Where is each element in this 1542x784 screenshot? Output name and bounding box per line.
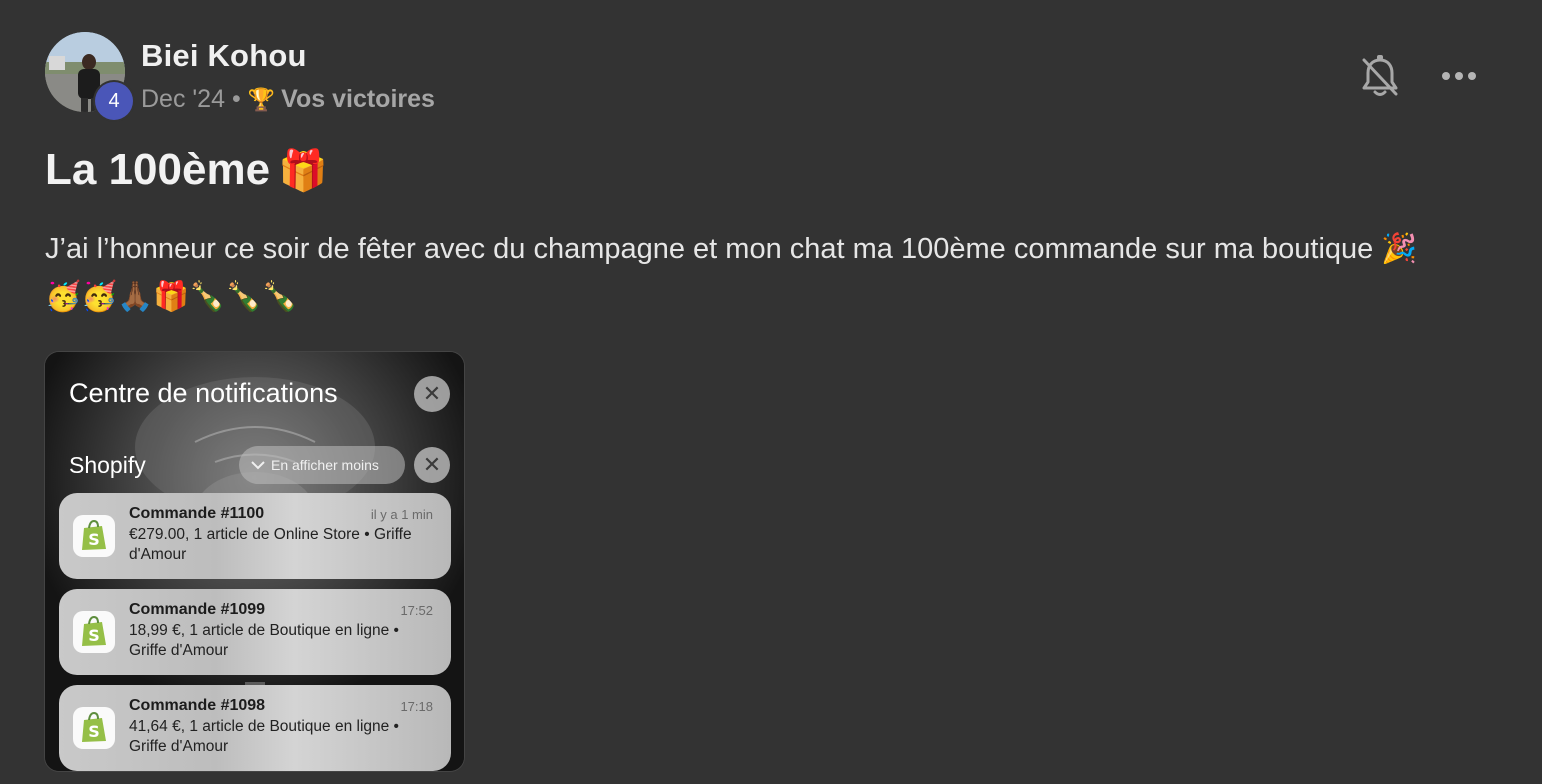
post-image-attachment[interactable]: Centre de notifications ✕ Shopify En aff… — [45, 352, 464, 771]
author-avatar[interactable]: 4 — [45, 32, 133, 120]
notification-title: Commande #1099 — [129, 601, 266, 618]
author-name[interactable]: Biei Kohou — [141, 38, 307, 74]
svg-text:S: S — [88, 626, 100, 645]
shopify-icon: S — [73, 611, 115, 653]
shopify-icon: S — [73, 707, 115, 749]
notification-title: Commande #1100 — [129, 505, 265, 522]
close-icon: ✕ — [414, 376, 450, 412]
post-card: 4 Biei Kohou Dec '24 • 🏆 Vos victoires L… — [0, 0, 1542, 784]
svg-text:S: S — [88, 722, 100, 741]
svg-text:S: S — [88, 530, 100, 549]
notification-title: Commande #1098 — [129, 697, 266, 714]
show-less-pill: En afficher moins — [239, 446, 405, 484]
bell-off-icon — [1362, 55, 1398, 96]
chevron-down-icon — [251, 446, 265, 484]
meta-separator: • — [231, 85, 241, 113]
notification-time: 17:52 — [400, 603, 433, 618]
notification-time: il y a 1 min — [370, 507, 433, 522]
more-horizontal-icon — [1442, 72, 1476, 80]
post-title-text: La 100ème — [45, 145, 271, 194]
notification-body: 41,64 €, 1 article de Boutique en ligne … — [129, 718, 399, 755]
notification-card: S Commande #1099 17:52 18,99 €, 1 articl… — [59, 589, 451, 675]
notification-group-name: Shopify — [69, 452, 146, 478]
notification-body: 18,99 €, 1 article de Boutique en ligne … — [129, 622, 399, 659]
shopify-icon: S — [73, 515, 115, 557]
gift-emoji: 🎁 — [278, 149, 328, 193]
post-date[interactable]: Dec '24 — [141, 85, 225, 114]
notification-time: 17:18 — [400, 699, 433, 714]
post-title: La 100ème 🎁 — [45, 145, 328, 195]
notification-body: €279.00, 1 article de Online Store • Gri… — [129, 526, 412, 563]
close-icon: ✕ — [414, 447, 450, 483]
notification-center-title: Centre de notifications — [69, 378, 338, 408]
show-less-label: En afficher moins — [271, 457, 379, 473]
level-badge: 4 — [95, 82, 133, 120]
more-options-button[interactable] — [1436, 60, 1482, 92]
notification-card: S Commande #1098 17:18 41,64 €, 1 articl… — [59, 685, 451, 771]
post-meta: Dec '24 • 🏆 Vos victoires — [141, 85, 435, 114]
post-body: J’ai l’honneur ce soir de fêter avec du … — [45, 233, 1418, 313]
space-link[interactable]: Vos victoires — [281, 85, 435, 114]
notification-toggle-button[interactable] — [1358, 52, 1402, 100]
trophy-icon: 🏆 — [247, 86, 276, 112]
notification-card: S Commande #1100 il y a 1 min €279.00, 1… — [59, 493, 451, 579]
